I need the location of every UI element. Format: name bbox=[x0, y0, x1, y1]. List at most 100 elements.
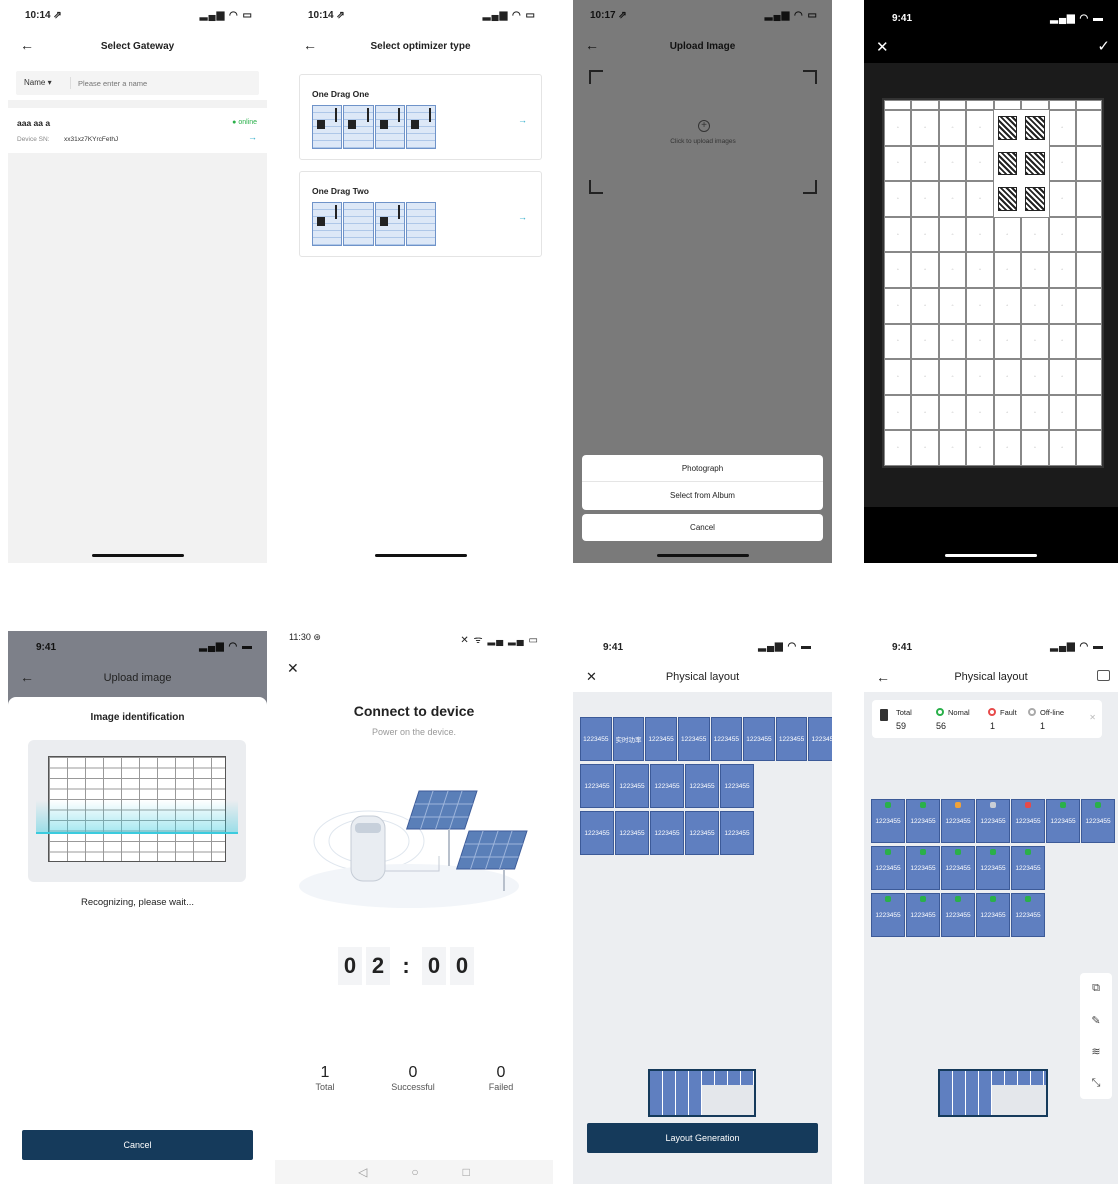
drawing-cell bbox=[911, 100, 939, 110]
online-status-badge: ● online bbox=[232, 119, 257, 126]
module-cell[interactable]: 1223455 bbox=[685, 764, 719, 808]
cancel-button[interactable]: Cancel bbox=[22, 1130, 253, 1160]
upload-hint: Click to upload images bbox=[670, 138, 736, 145]
search-input[interactable] bbox=[78, 75, 248, 91]
nav-back-icon[interactable]: ◁ bbox=[358, 1165, 367, 1179]
layers-icon[interactable] bbox=[1097, 670, 1110, 681]
module-cell[interactable]: 1223455 bbox=[871, 846, 905, 890]
arrow-right-icon[interactable]: → bbox=[248, 132, 257, 142]
module-cell[interactable]: 1223455 bbox=[808, 717, 832, 761]
signal-icons: ▂▄▆ ◠ ▭ bbox=[764, 10, 818, 21]
close-icon[interactable]: ✕ bbox=[287, 660, 299, 677]
module-cell[interactable]: 1223455 bbox=[906, 846, 940, 890]
module-cell[interactable]: 1223455 bbox=[580, 764, 614, 808]
module-label: 1223455 bbox=[811, 735, 832, 743]
module-label: 1223455 bbox=[654, 782, 680, 790]
signal-icons: ✕ ᯤ ▂▄ ▂▄ ▭ bbox=[460, 635, 539, 646]
module-label: 1223455 bbox=[681, 735, 707, 743]
summary-card: Total 59 Nomal 56 Fault 1 Off-line 1 ✕ bbox=[872, 700, 1102, 738]
module-cell[interactable]: 1223455 bbox=[720, 764, 754, 808]
module-cell[interactable]: 1223455 bbox=[650, 811, 684, 855]
drawing-cell: ▫ bbox=[938, 181, 967, 217]
module-label: 1223455 bbox=[583, 735, 609, 743]
screen-image-identification: 9:41 ▂▄▆ ◠ ▬ ← Upload image Image identif… bbox=[8, 631, 267, 1184]
status-led-icon bbox=[990, 849, 996, 855]
module-cell[interactable]: 1223455 bbox=[677, 717, 710, 761]
fault-label: Fault bbox=[1000, 708, 1017, 717]
drawing-cell bbox=[997, 187, 1018, 211]
screen-upload-image: 10:17 ⇗ ▂▄▆ ◠ ▭ ← Upload Image + Click to … bbox=[573, 0, 832, 563]
module-cell[interactable]: 1223455 bbox=[580, 811, 614, 855]
module-cell[interactable]: 1223455 bbox=[976, 893, 1010, 937]
screen-physical-layout-edit: 9:41 ▂▄▆ ◠ ▬ ✕ Physical layout 1223455 实时功… bbox=[573, 631, 832, 1184]
module-label: 1223455 bbox=[689, 782, 715, 790]
module-label: 1223455 bbox=[724, 829, 750, 837]
drawing-cell: ▫ bbox=[911, 359, 939, 395]
module-cell[interactable]: 1223455 bbox=[976, 846, 1010, 890]
layers-icon[interactable]: ≋ bbox=[1091, 1045, 1100, 1058]
upload-area[interactable]: + Click to upload images bbox=[589, 70, 817, 194]
optimizer-type-one-drag-one[interactable]: One Drag One → bbox=[299, 74, 542, 160]
drawing-cell: ▫ bbox=[884, 359, 912, 395]
name-filter-dropdown[interactable]: Name ▾ bbox=[24, 78, 52, 87]
status-led-icon bbox=[1095, 802, 1101, 808]
close-icon[interactable]: ✕ bbox=[1089, 713, 1096, 722]
photograph-option[interactable]: Photograph bbox=[582, 455, 823, 482]
module-cell[interactable]: 1223455 bbox=[720, 811, 754, 855]
module-label: 1223455 bbox=[1050, 817, 1076, 825]
module-cell[interactable]: 1223455 bbox=[650, 764, 684, 808]
status-bar: 9:41 ▂▄▆ ◠ ▬ bbox=[864, 0, 1118, 30]
module-cell[interactable]: 1223455 bbox=[871, 893, 905, 937]
drawing-cell bbox=[1048, 100, 1076, 110]
optimizer-type-one-drag-two[interactable]: One Drag Two → bbox=[299, 171, 542, 257]
module-cell[interactable]: 1223455 bbox=[1046, 799, 1080, 843]
module-label: 1223455 bbox=[689, 829, 715, 837]
module-cell[interactable]: 1223455 bbox=[775, 717, 808, 761]
module-label: 1223455 bbox=[1015, 817, 1041, 825]
module-cell[interactable]: 1223455 bbox=[615, 764, 649, 808]
module-cell[interactable]: 1223455 bbox=[685, 811, 719, 855]
module-cell[interactable]: 1223455 bbox=[941, 799, 975, 843]
pen-icon[interactable]: ✎ bbox=[1091, 1014, 1100, 1027]
module-cell[interactable]: 1223455 bbox=[743, 717, 775, 761]
module-cell[interactable]: 1223455 bbox=[1011, 799, 1045, 843]
module-label: 1223455 bbox=[980, 817, 1006, 825]
module-cell[interactable]: 1223455 bbox=[906, 799, 940, 843]
module-cell[interactable]: 1223455 bbox=[906, 893, 940, 937]
nav-recents-icon[interactable]: □ bbox=[463, 1165, 470, 1179]
module-cell[interactable]: 1223455 bbox=[976, 799, 1010, 843]
album-option[interactable]: Select from Album bbox=[582, 482, 823, 509]
page-title: Physical layout bbox=[954, 671, 1028, 683]
gateway-list-item[interactable]: aaa aa a ● online Device SN: xx31xz7KYrc… bbox=[8, 108, 267, 153]
check-icon[interactable]: ✓ bbox=[1097, 37, 1110, 55]
close-icon[interactable]: ✕ bbox=[876, 38, 889, 56]
module-cell[interactable]: 实时功率 bbox=[612, 717, 645, 761]
home-indicator bbox=[91, 554, 184, 557]
module-cell[interactable]: 1223455 bbox=[1081, 799, 1115, 843]
image-edit-icon[interactable]: ⧉ bbox=[1092, 982, 1100, 995]
drawing-cell bbox=[1076, 216, 1102, 253]
module-cell[interactable]: 1223455 bbox=[580, 717, 612, 761]
drawing-cell bbox=[1025, 116, 1045, 140]
drawing-cell: ▫ bbox=[993, 252, 1022, 288]
module-cell[interactable]: 1223455 bbox=[941, 893, 975, 937]
module-cell[interactable]: 1223455 bbox=[645, 717, 677, 761]
nav-home-icon[interactable]: ○ bbox=[411, 1165, 418, 1179]
layout-generation-button[interactable]: Layout Generation bbox=[587, 1123, 818, 1153]
module-cell[interactable]: 1223455 bbox=[615, 811, 649, 855]
cancel-button[interactable]: Cancel bbox=[582, 514, 823, 541]
drawing-cell: ▫ bbox=[966, 323, 994, 360]
module-cell[interactable]: 1223455 bbox=[871, 799, 905, 843]
drawing-cell bbox=[1076, 145, 1102, 182]
drawing-cell bbox=[1076, 287, 1102, 324]
collapse-icon[interactable]: ⤡ bbox=[1092, 1077, 1101, 1090]
page-header: Upload image bbox=[103, 672, 172, 684]
module-cell[interactable]: 1223455 bbox=[710, 717, 743, 761]
drawing-cell bbox=[1076, 394, 1102, 431]
module-layout[interactable]: 1223455 实时功率 1223455 1223455 1223455 1223455 1… bbox=[580, 717, 832, 858]
module-cell[interactable]: 1223455 bbox=[1011, 893, 1045, 937]
module-cell[interactable]: 1223455 bbox=[941, 846, 975, 890]
status-led-icon bbox=[885, 849, 891, 855]
module-cell[interactable]: 1223455 bbox=[1011, 846, 1045, 890]
module-status-layout[interactable]: 1223455 1223455 1223455 1223455 1223455 12234… bbox=[871, 799, 1118, 940]
